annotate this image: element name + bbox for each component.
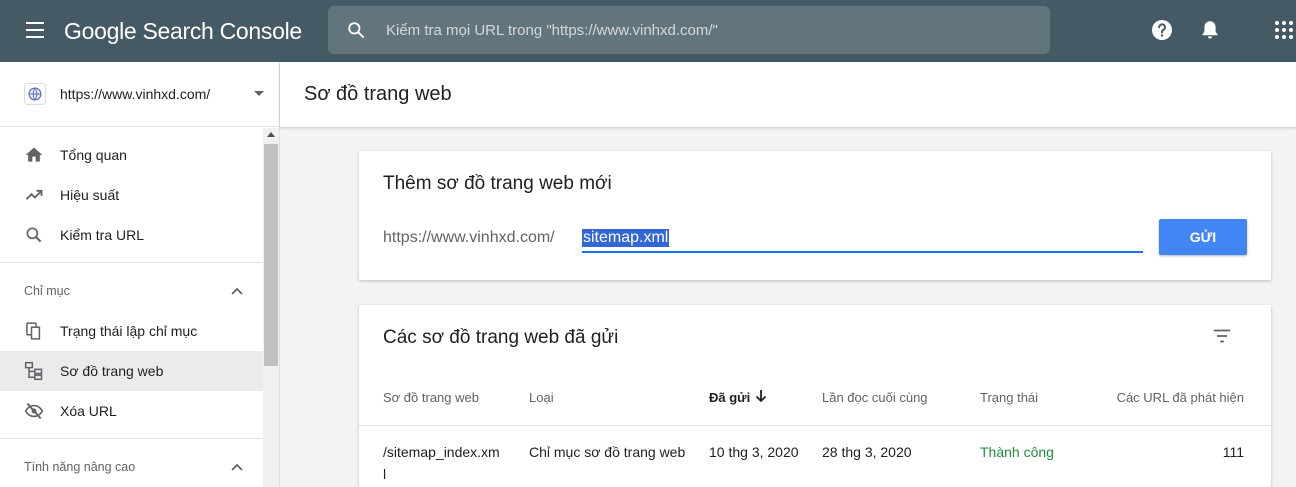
page-header: Sơ đồ trang web	[280, 62, 1296, 127]
sidebar-item-label: Kiểm tra URL	[60, 227, 145, 243]
bell-icon[interactable]	[1198, 18, 1222, 42]
chevron-up-icon[interactable]	[230, 462, 244, 472]
divider	[0, 438, 263, 439]
scroll-up-arrow[interactable]	[267, 132, 275, 137]
help-icon[interactable]	[1150, 18, 1174, 42]
sidebar-item-label: Hiệu suất	[60, 187, 120, 203]
cell-sitemap: /sitemap_index.xm l	[383, 441, 508, 485]
divider	[359, 425, 1271, 426]
sitemap-url-prefix: https://www.vinhxd.com/	[383, 229, 555, 246]
sidebar-item-overview[interactable]: Tổng quan	[0, 135, 263, 175]
submitted-sitemaps-card: Các sơ đồ trang web đã gửi Sơ đồ trang w…	[359, 305, 1271, 487]
app-logo[interactable]: Google Search Console	[64, 16, 302, 46]
arrow-down-icon[interactable]	[754, 388, 768, 404]
menu-icon[interactable]	[24, 19, 46, 41]
filter-icon[interactable]	[1211, 325, 1233, 347]
sitemap-input-value[interactable]: sitemap.xml	[582, 229, 670, 247]
sidebar-section-advanced: Tính năng nâng cao	[24, 460, 136, 474]
url-inspect-search[interactable]	[328, 6, 1050, 54]
card-title: Các sơ đồ trang web đã gửi	[383, 327, 619, 348]
cell-submitted: 10 thg 3, 2020	[709, 444, 799, 460]
search-icon	[26, 227, 42, 243]
property-url: https://www.vinhxd.com/	[60, 86, 211, 102]
sidebar-section-index: Chỉ mục	[24, 284, 70, 298]
column-header-last-read[interactable]: Lần đọc cuối cùng	[822, 390, 928, 405]
home-icon	[25, 147, 43, 162]
cell-sitemap-line: /sitemap_index.xm	[383, 444, 500, 460]
sidebar-item-label: Sơ đồ trang web	[60, 363, 164, 379]
column-header-status[interactable]: Trạng thái	[980, 390, 1038, 405]
sidebar-item-coverage[interactable]: Trạng thái lập chỉ mục	[0, 311, 263, 351]
search-input[interactable]	[386, 6, 1026, 54]
column-header-type[interactable]: Loại	[529, 390, 554, 405]
cell-discovered-urls: 111	[1222, 444, 1244, 460]
divider	[0, 262, 263, 263]
sitemap-icon	[24, 361, 43, 381]
page-title: Sơ đồ trang web	[304, 83, 452, 105]
sitemap-url-input[interactable]: sitemap.xml	[582, 221, 1143, 253]
cell-sitemap-line: l	[383, 466, 387, 482]
sidebar-item-label: Xóa URL	[60, 403, 117, 419]
apps-icon[interactable]	[1272, 18, 1296, 42]
search-icon	[348, 22, 365, 39]
eye-off-icon	[24, 402, 44, 420]
sidebar-item-label: Trạng thái lập chỉ mục	[60, 323, 198, 339]
top-app-bar: Google Search Console	[0, 0, 1296, 62]
sidebar: https://www.vinhxd.com/ Tổng quan Hiệu s…	[0, 62, 280, 487]
sidebar-item-url-inspection[interactable]: Kiểm tra URL	[0, 215, 263, 255]
submit-button[interactable]: GỬI	[1159, 219, 1247, 255]
cell-last-read: 28 thg 3, 2020	[822, 444, 912, 460]
sidebar-item-sitemaps[interactable]: Sơ đồ trang web	[0, 351, 263, 391]
property-selector[interactable]: https://www.vinhxd.com/	[0, 62, 279, 127]
sidebar-nav: Tổng quan Hiệu suất Kiểm tra URL Chỉ mục	[0, 128, 263, 487]
sidebar-scrollbar[interactable]	[263, 128, 279, 487]
chevron-up-icon[interactable]	[230, 286, 244, 296]
sidebar-item-removals[interactable]: Xóa URL	[0, 391, 263, 431]
card-title: Thêm sơ đồ trang web mới	[383, 173, 612, 194]
column-header-sitemap[interactable]: Sơ đồ trang web	[383, 390, 479, 405]
chevron-down-icon[interactable]	[254, 91, 264, 96]
sidebar-item-performance[interactable]: Hiệu suất	[0, 175, 263, 215]
cell-status: Thành công	[980, 444, 1054, 460]
scroll-thumb[interactable]	[264, 144, 278, 366]
add-sitemap-card: Thêm sơ đồ trang web mới https://www.vin…	[359, 151, 1271, 280]
globe-icon	[24, 83, 46, 105]
column-header-discovered-urls[interactable]: Các URL đã phát hiện	[1117, 390, 1244, 405]
copy-icon	[26, 322, 41, 340]
column-header-submitted[interactable]: Đã gửi	[709, 390, 750, 405]
trending-up-icon	[25, 189, 43, 200]
sidebar-item-label: Tổng quan	[60, 147, 127, 163]
cell-type: Chỉ mục sơ đồ trang web	[529, 444, 686, 460]
